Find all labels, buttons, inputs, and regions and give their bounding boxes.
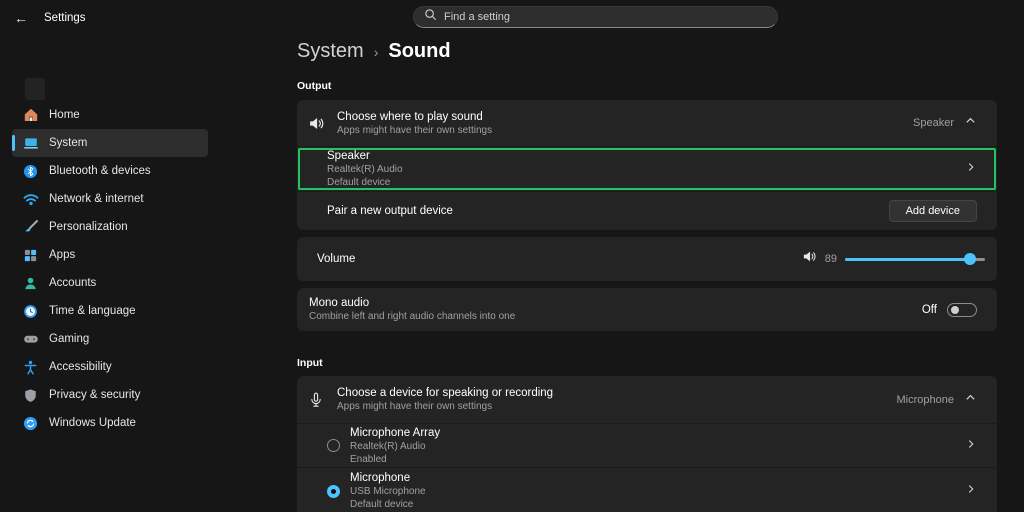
sidebar-item-label: System bbox=[49, 137, 88, 149]
search-icon bbox=[424, 8, 437, 26]
row-title: Choose where to play sound bbox=[337, 110, 483, 123]
home-icon bbox=[22, 107, 39, 124]
playback-selected-value: Speaker bbox=[913, 117, 954, 129]
sidebar-item-network[interactable]: Network & internet bbox=[12, 185, 208, 213]
chevron-right-icon bbox=[965, 482, 977, 500]
sidebar-item-bluetooth[interactable]: Bluetooth & devices bbox=[12, 157, 208, 185]
input-card: Choose a device for speaking or recordin… bbox=[297, 376, 997, 512]
sidebar-item-label: Personalization bbox=[49, 221, 128, 233]
device-driver: Realtek(R) Audio bbox=[327, 164, 403, 175]
device-status: Enabled bbox=[350, 453, 387, 465]
row-subtitle: Apps might have their own settings bbox=[337, 401, 493, 412]
microphone-device-row[interactable]: Microphone USB Microphone Default device bbox=[297, 468, 997, 512]
sidebar-item-label: Network & internet bbox=[49, 193, 144, 205]
slider-thumb[interactable] bbox=[963, 253, 976, 265]
mic-array-device-row[interactable]: Microphone Array Realtek(R) Audio Enable… bbox=[297, 424, 997, 467]
chevron-right-icon bbox=[965, 160, 977, 178]
pair-device-row: Pair a new output device Add device bbox=[297, 192, 997, 230]
microphone-icon bbox=[307, 392, 325, 408]
device-driver: USB Microphone bbox=[350, 486, 426, 497]
sidebar-item-label: Accessibility bbox=[49, 361, 112, 373]
recording-selected-value: Microphone bbox=[896, 393, 954, 406]
sidebar-item-label: Home bbox=[49, 109, 80, 121]
device-name: Microphone bbox=[350, 472, 411, 484]
sidebar-item-label: Gaming bbox=[49, 333, 90, 345]
sidebar-item-personalization[interactable]: Personalization bbox=[12, 213, 208, 241]
row-subtitle: Apps might have their own settings bbox=[337, 124, 493, 136]
sidebar-item-privacy[interactable]: Privacy & security bbox=[12, 381, 208, 409]
sidebar-item-system[interactable]: System bbox=[12, 129, 208, 157]
sidebar-item-gaming[interactable]: Gaming bbox=[12, 325, 208, 353]
back-button[interactable]: ← bbox=[14, 10, 28, 26]
speaker-icon bbox=[307, 115, 325, 132]
system-icon bbox=[22, 135, 39, 152]
slider-fill bbox=[845, 258, 970, 261]
sidebar-item-label: Time & language bbox=[49, 305, 136, 317]
device-status: Default device bbox=[327, 177, 391, 188]
personalization-icon bbox=[22, 219, 39, 236]
apps-icon bbox=[22, 247, 39, 264]
mono-audio-toggle[interactable] bbox=[947, 302, 977, 317]
time-language-icon bbox=[22, 303, 39, 320]
pair-device-label: Pair a new output device bbox=[327, 205, 453, 217]
privacy-icon bbox=[22, 387, 39, 404]
sidebar-item-windows-update[interactable]: Windows Update bbox=[12, 409, 208, 437]
volume-row: Volume 89 bbox=[297, 237, 997, 281]
output-section-label: Output bbox=[297, 80, 332, 92]
sidebar-item-apps[interactable]: Apps bbox=[12, 241, 208, 269]
input-section-label: Input bbox=[297, 357, 323, 369]
volume-icon[interactable] bbox=[802, 249, 817, 269]
volume-card: Volume 89 bbox=[297, 237, 997, 281]
choose-recording-row[interactable]: Choose a device for speaking or recordin… bbox=[297, 376, 997, 423]
network-icon bbox=[22, 191, 39, 208]
mono-audio-card: Mono audio Combine left and right audio … bbox=[297, 288, 997, 331]
speaker-device-row[interactable]: Speaker Realtek(R) Audio Default device bbox=[297, 147, 997, 191]
sidebar-item-accessibility[interactable]: Accessibility bbox=[12, 353, 208, 381]
breadcrumb-separator-icon: › bbox=[373, 44, 379, 60]
chevron-right-icon bbox=[965, 437, 977, 455]
mono-audio-title: Mono audio bbox=[309, 297, 370, 309]
volume-value: 89 bbox=[824, 253, 837, 265]
device-status: Default device bbox=[350, 499, 414, 510]
sidebar-item-label: Bluetooth & devices bbox=[49, 165, 151, 177]
toggle-knob bbox=[951, 305, 959, 314]
radio-unselected[interactable] bbox=[327, 439, 340, 452]
search-input[interactable] bbox=[444, 11, 767, 23]
avatar bbox=[25, 78, 45, 100]
app-title: Settings bbox=[44, 12, 86, 24]
add-device-button[interactable]: Add device bbox=[888, 200, 977, 222]
chevron-up-icon[interactable] bbox=[964, 391, 977, 409]
accessibility-icon bbox=[22, 359, 39, 376]
titlebar: ← Settings bbox=[14, 10, 86, 26]
choose-playback-row[interactable]: Choose where to play sound Apps might ha… bbox=[297, 100, 997, 146]
breadcrumb-parent[interactable]: System bbox=[297, 40, 364, 63]
mono-audio-row: Mono audio Combine left and right audio … bbox=[297, 288, 997, 331]
volume-slider[interactable] bbox=[845, 253, 985, 265]
windows-update-icon bbox=[22, 415, 39, 432]
sidebar-item-label: Privacy & security bbox=[49, 389, 141, 401]
breadcrumb: System › Sound bbox=[297, 40, 451, 63]
sidebar: Home System Bluetooth & devices Network … bbox=[12, 101, 208, 437]
device-driver: Realtek(R) Audio bbox=[350, 440, 426, 452]
mono-audio-subtitle: Combine left and right audio channels in… bbox=[309, 311, 516, 322]
accounts-icon bbox=[22, 275, 39, 292]
sidebar-item-label: Accounts bbox=[49, 277, 97, 289]
chevron-up-icon[interactable] bbox=[964, 114, 977, 132]
volume-label: Volume bbox=[317, 253, 356, 265]
sidebar-item-home[interactable]: Home bbox=[12, 101, 208, 129]
sidebar-item-label: Windows Update bbox=[49, 417, 136, 429]
output-card: Choose where to play sound Apps might ha… bbox=[297, 100, 997, 230]
row-title: Choose a device for speaking or recordin… bbox=[337, 387, 554, 399]
device-name: Speaker bbox=[327, 150, 370, 162]
sidebar-item-accounts[interactable]: Accounts bbox=[12, 269, 208, 297]
sidebar-item-label: Apps bbox=[49, 249, 76, 261]
bluetooth-icon bbox=[22, 163, 39, 180]
radio-selected[interactable] bbox=[327, 484, 340, 498]
gaming-icon bbox=[22, 331, 39, 348]
toggle-state-label: Off bbox=[921, 303, 937, 316]
sidebar-item-time-language[interactable]: Time & language bbox=[12, 297, 208, 325]
device-name: Microphone Array bbox=[350, 426, 441, 439]
search-box[interactable] bbox=[413, 6, 778, 28]
page-title: Sound bbox=[388, 40, 451, 62]
